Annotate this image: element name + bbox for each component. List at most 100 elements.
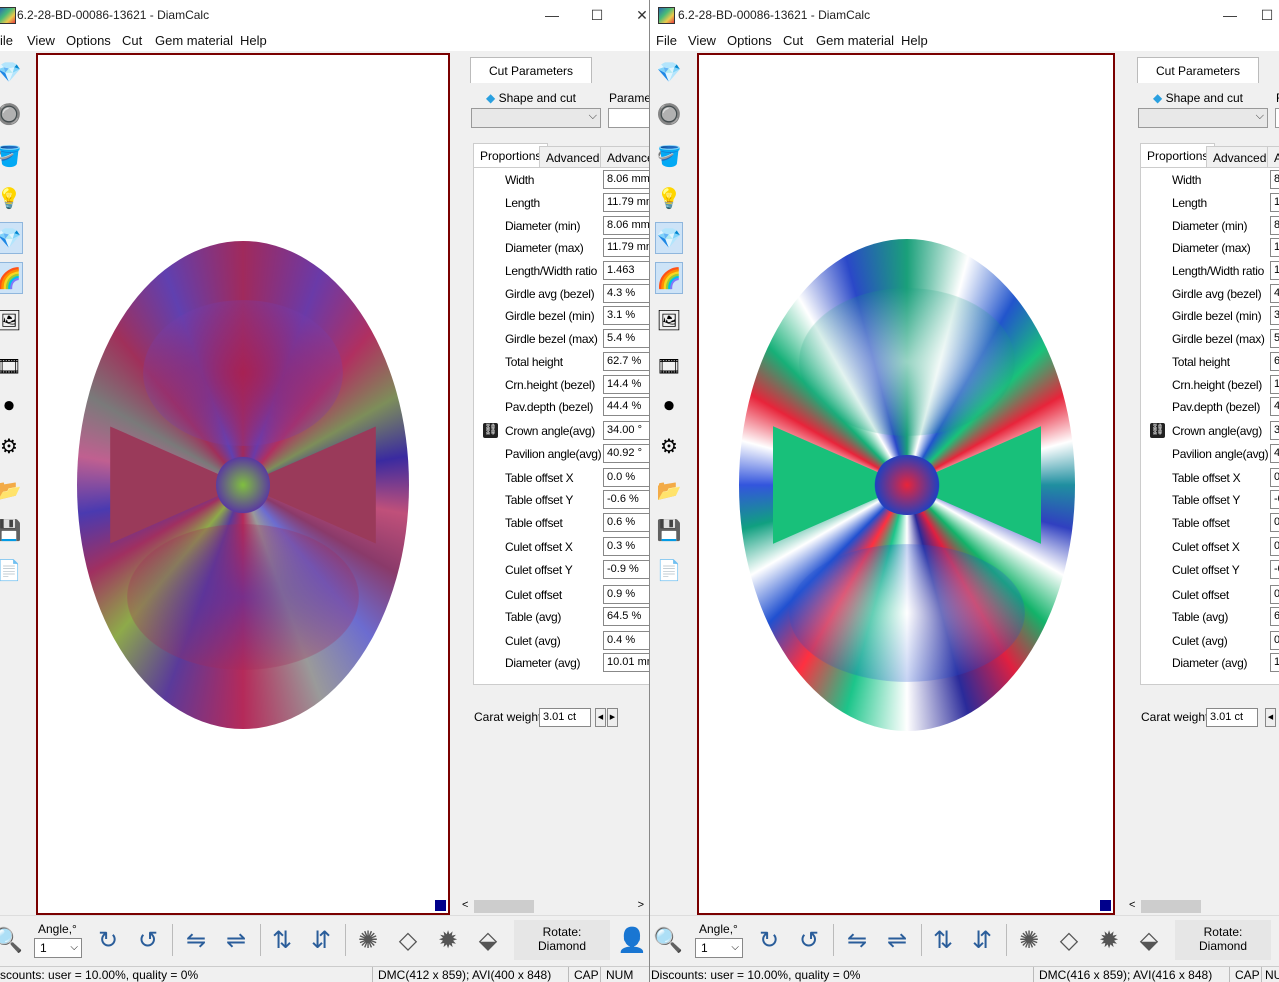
tab-proportions[interactable]: Proportions [1140, 143, 1216, 168]
tilted-view-icon[interactable]: ⬙ [1133, 924, 1165, 956]
gem-material-icon[interactable]: 🔘 [0, 98, 23, 130]
video-icon[interactable]: 🎞 [655, 350, 683, 382]
tilted-view-icon[interactable]: ⬙ [472, 924, 504, 956]
tab-proportions[interactable]: Proportions [473, 143, 549, 168]
spin-left-icon[interactable]: ◀ [595, 708, 606, 727]
record-icon[interactable]: ⏺ [0, 390, 23, 422]
rotate-cw-icon[interactable]: ↻ [753, 924, 785, 956]
save-icon[interactable]: 💾 [0, 514, 23, 546]
rotate-ccw-icon[interactable]: ↺ [793, 924, 825, 956]
proportion-value[interactable]: 0.0 % [603, 468, 649, 487]
proportion-value[interactable]: 44.4 % [603, 397, 649, 416]
carat-weight-input[interactable]: 3.01 ct [539, 708, 591, 727]
menu-options[interactable]: Options [727, 33, 772, 48]
paint-bucket-icon[interactable]: 🪣 [655, 140, 683, 172]
menu-cut[interactable]: Cut [783, 33, 803, 48]
gem-material-icon[interactable]: 🔘 [655, 98, 683, 130]
proportion-value[interactable]: 1.463 [603, 261, 649, 280]
minimize-button[interactable]: — [1210, 0, 1250, 31]
sparkle-diamond-icon[interactable]: 💎 [0, 222, 23, 254]
word-export-icon[interactable]: 📄 [655, 554, 683, 586]
proportion-value[interactable]: 4 [1270, 397, 1279, 416]
sparkle-diamond-icon[interactable]: 💎 [655, 222, 683, 254]
lock-icon[interactable]: ⛓ [483, 423, 498, 438]
close-button[interactable]: ✕ [622, 0, 649, 31]
flip-vertical-icon[interactable]: ⇅ [927, 924, 959, 956]
light-bulb-icon[interactable]: 💡 [0, 182, 23, 214]
photo-icon[interactable]: 🖼 [0, 304, 23, 336]
scroll-thumb[interactable] [474, 900, 534, 913]
shape-select[interactable]: ⌵ [471, 108, 601, 128]
maximize-button[interactable]: ☐ [577, 0, 617, 31]
flip-vertical-icon[interactable]: ⇅ [266, 924, 298, 956]
proportion-value[interactable]: 34 [1270, 421, 1279, 440]
parameters-field[interactable] [608, 108, 649, 128]
proportion-value[interactable]: 40.92 ° [603, 444, 649, 463]
scroll-thumb[interactable] [1141, 900, 1201, 913]
side-view-icon[interactable]: ◇ [392, 924, 424, 956]
proportion-value[interactable]: 62.7 % [603, 352, 649, 371]
parameters-field[interactable] [1275, 108, 1279, 128]
proportion-value[interactable]: 8.06 mm [603, 216, 649, 235]
angle-select[interactable]: 1 ⌵ [695, 938, 743, 958]
angle-select[interactable]: 1 ⌵ [34, 938, 82, 958]
paint-bucket-icon[interactable]: 🪣 [0, 140, 23, 172]
proportion-value[interactable]: 10 [1270, 653, 1279, 672]
menu-help[interactable]: Help [240, 33, 267, 48]
menu-file[interactable]: File [656, 33, 677, 48]
shape-select[interactable]: ⌵ [1138, 108, 1268, 128]
proportion-value[interactable]: -0.6 % [603, 490, 649, 509]
proportion-value[interactable]: 0. [1270, 585, 1279, 604]
photo-icon[interactable]: 🖼 [655, 304, 683, 336]
menu-help[interactable]: Help [901, 33, 928, 48]
proportion-value[interactable]: 0. [1270, 513, 1279, 532]
menu-gem-material[interactable]: Gem material [816, 33, 894, 48]
proportion-value[interactable]: 3.1 % [603, 306, 649, 325]
horizontal-scrollbar[interactable]: < > [460, 898, 648, 915]
rotate-ccw-icon[interactable]: ↺ [132, 924, 164, 956]
tab-advanced-2[interactable]: Advance [600, 146, 649, 168]
proportion-value[interactable]: 11 [1270, 238, 1279, 257]
proportion-value[interactable]: 0.6 % [603, 513, 649, 532]
scroll-right-icon[interactable]: > [638, 899, 644, 911]
save-icon[interactable]: 💾 [655, 514, 683, 546]
menu-view[interactable]: View [27, 33, 55, 48]
proportion-value[interactable]: 8.06 mm [603, 170, 649, 189]
flip-horizontal-icon[interactable]: ⇋ [180, 924, 212, 956]
proportion-value[interactable]: 1. [1270, 261, 1279, 280]
proportion-value[interactable]: 5. [1270, 329, 1279, 348]
tools-icon[interactable]: ⚙ [655, 430, 683, 462]
proportion-value[interactable]: 34.00 ° [603, 421, 649, 440]
top-view-icon[interactable]: ✺ [1013, 924, 1045, 956]
tab-advanced-2[interactable]: A [1267, 146, 1279, 168]
proportion-value[interactable]: -0.9 % [603, 560, 649, 579]
proportion-value[interactable]: 4.3 % [603, 284, 649, 303]
spin-right-icon[interactable]: ▶ [607, 708, 618, 727]
proportion-value[interactable]: -0 [1270, 490, 1279, 509]
proportion-value[interactable]: 8. [1270, 170, 1279, 189]
tab-advanced[interactable]: Advanced [1206, 146, 1274, 168]
flip-horizontal-icon[interactable]: ⇋ [841, 924, 873, 956]
flip-horizontal-2-icon[interactable]: ⇌ [881, 924, 913, 956]
rotate-mode-button[interactable]: Rotate: Diamond [514, 920, 610, 960]
proportion-value[interactable]: 0.9 % [603, 585, 649, 604]
menu-options[interactable]: Options [66, 33, 111, 48]
side-view-icon[interactable]: ◇ [1053, 924, 1085, 956]
proportion-value[interactable]: 64 [1270, 607, 1279, 626]
proportion-value[interactable]: 5.4 % [603, 329, 649, 348]
spectrum-icon[interactable]: 🌈 [0, 262, 23, 294]
rotate-mode-button[interactable]: Rotate: Diamond [1175, 920, 1271, 960]
proportion-value[interactable]: 11 [1270, 193, 1279, 212]
scroll-left-icon[interactable]: < [462, 899, 468, 911]
proportion-value[interactable]: 0.3 % [603, 537, 649, 556]
flip-vertical-2-icon[interactable]: ⇵ [305, 924, 337, 956]
menu-gem-material[interactable]: Gem material [155, 33, 233, 48]
open-folder-icon[interactable]: 📂 [655, 474, 683, 506]
minimize-button[interactable]: — [532, 0, 572, 31]
tab-advanced[interactable]: Advanced [539, 146, 607, 168]
menu-file[interactable]: ile [0, 33, 13, 48]
proportion-value[interactable]: 0.4 % [603, 631, 649, 650]
proportion-value[interactable]: 6. [1270, 352, 1279, 371]
flip-vertical-2-icon[interactable]: ⇵ [966, 924, 998, 956]
zoom-icon[interactable]: 🔍 [652, 924, 684, 956]
